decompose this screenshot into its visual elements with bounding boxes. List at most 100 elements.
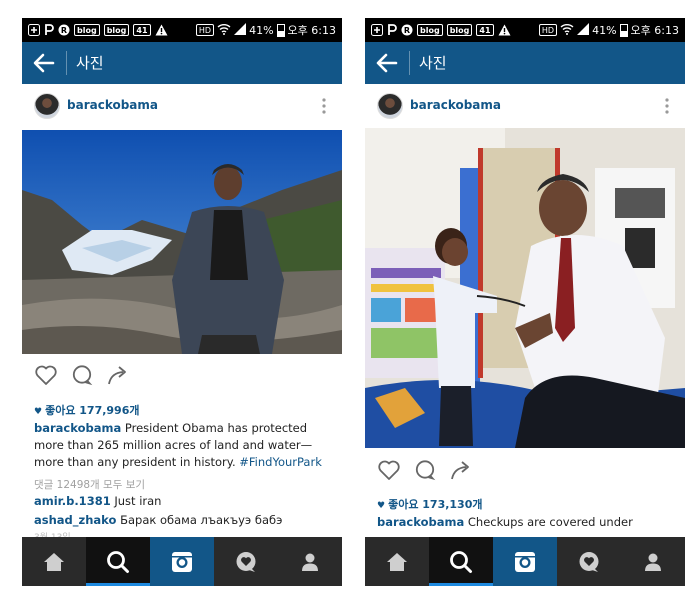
signal-icon [577,22,590,38]
svg-text:R: R [404,26,410,35]
svg-text:R: R [61,26,67,35]
p-icon [44,23,54,37]
badge-41-icon: 41 [133,24,151,36]
camera-icon [172,551,192,572]
profile-icon [645,553,661,571]
likes-count[interactable]: ♥ 좋아요 173,130개 [377,496,483,512]
home-icon [44,552,64,571]
tab-search[interactable] [429,537,493,586]
blog-icon: blog [103,24,130,36]
search-icon [107,550,129,573]
signal-icon [234,22,247,38]
bottom-tab-bar [365,537,685,586]
battery-icon [619,23,628,37]
heart-icon [35,365,57,385]
more-vertical-icon [322,98,326,114]
badge-41-icon: 41 [476,24,494,36]
comment-button[interactable] [413,459,437,481]
post-username[interactable]: barackobama [67,98,158,112]
share-arrow-icon [451,461,469,480]
more-vertical-icon [665,98,669,114]
tab-profile[interactable] [278,537,342,586]
divider [66,51,67,75]
plus-icon [28,23,40,37]
wifi-icon [217,23,231,38]
back-button[interactable] [373,49,401,77]
more-options-button[interactable] [318,97,330,115]
share-button[interactable] [106,364,130,386]
battery-percent: 41% [592,23,617,37]
share-arrow-icon [108,366,126,385]
heart-small-icon: ♥ [34,407,43,417]
comment-button[interactable] [70,364,94,386]
post-photo-glacier[interactable] [22,130,342,354]
app-bar: 사진 [22,42,342,84]
post-caption: barackobama President Obama has protecte… [34,420,334,471]
comment-item: ashad_zhako Барак обама лъакъуэ бабэ [34,513,282,527]
camera-icon [515,551,535,572]
likes-count[interactable]: ♥ 좋아요 177,996개 [34,402,140,418]
more-options-button[interactable] [661,97,673,115]
comment-text: Just iran [110,494,162,508]
caption-username[interactable]: barackobama [377,515,464,529]
heart-bubble-icon [579,551,599,572]
tab-camera[interactable] [150,537,214,586]
view-all-comments-link[interactable]: 댓글 12498개 모두 보기 [34,477,145,492]
blog-icon: blog [446,24,473,36]
post-header: barackobama [365,84,685,128]
like-button[interactable] [34,364,58,386]
arrow-left-icon [376,53,398,73]
comment-icon [72,365,93,386]
app-bar: 사진 [365,42,685,84]
status-bar: R blog blog 41 HD 41% 오후 6:13 [22,18,342,42]
heart-icon [378,460,400,480]
bottom-tab-bar [22,537,342,586]
hd-icon: HD [195,24,215,36]
back-button[interactable] [30,49,58,77]
post-username[interactable]: barackobama [410,98,501,112]
like-button[interactable] [377,459,401,481]
tab-activity[interactable] [214,537,278,586]
search-icon [450,550,472,573]
p-icon [387,23,397,37]
blog-icon: blog [417,24,443,36]
share-button[interactable] [449,459,473,481]
battery-percent: 41% [249,23,274,37]
home-icon [387,552,407,571]
tab-activity[interactable] [557,537,621,586]
screen-right: R blog blog 41 HD 41% 오후 6:13 사진 baracko… [365,18,685,586]
hashtag-link[interactable]: #FindYourPark [239,455,322,469]
caption-username[interactable]: barackobama [34,421,121,435]
tab-profile[interactable] [621,537,685,586]
post-photo-checkup[interactable] [365,128,685,448]
comment-icon [415,460,436,481]
page-title: 사진 [76,54,104,72]
heart-bubble-icon [236,551,256,572]
profile-icon [302,553,318,571]
post-header: barackobama [22,84,342,128]
r-icon: R [401,23,413,37]
comment-username[interactable]: amir.b.1381 [34,494,111,508]
comment-item: amir.b.1381 Just iran [34,494,161,508]
r-icon: R [58,23,70,37]
plus-icon [371,23,383,37]
post-actions [22,356,342,392]
tab-search[interactable] [86,537,150,586]
caption-text: Checkups are covered under [464,515,633,529]
avatar[interactable] [34,93,60,119]
blog-icon: blog [74,24,100,36]
avatar[interactable] [377,93,403,119]
battery-icon [276,23,285,37]
screen-left: R blog blog 41 HD 41% 오후 6:13 사진 baracko… [22,18,342,586]
wifi-icon [560,23,574,38]
page-title: 사진 [419,54,447,72]
arrow-left-icon [33,53,55,73]
comment-text: Барак обама лъакъуэ бабэ [116,513,283,527]
tab-camera[interactable] [493,537,557,586]
comment-username[interactable]: ashad_zhako [34,513,116,527]
tab-home[interactable] [365,537,429,586]
warning-icon [155,23,168,37]
post-actions [365,451,685,487]
tab-home[interactable] [22,537,86,586]
clock: 오후 6:13 [287,24,336,37]
